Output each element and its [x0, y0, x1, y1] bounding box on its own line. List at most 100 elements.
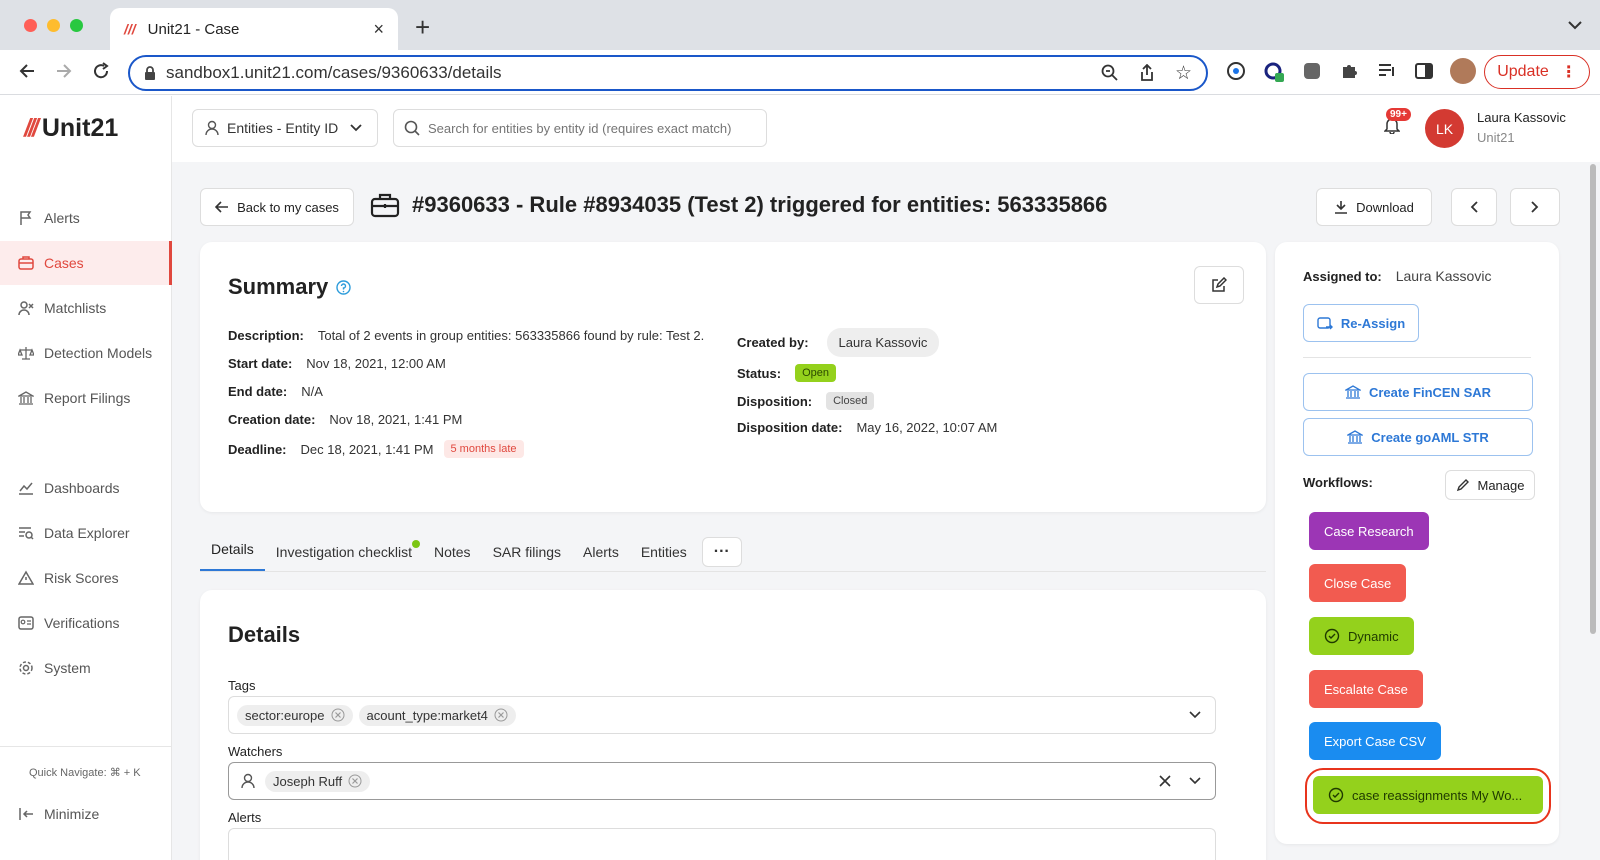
workflows-label-text: Workflows:: [1303, 475, 1373, 490]
remove-tag-icon[interactable]: [494, 708, 508, 722]
create-fincen-sar-button[interactable]: Create FinCEN SAR: [1303, 373, 1533, 411]
search-input[interactable]: [428, 120, 756, 136]
disposition-date-value: May 16, 2022, 10:07 AM: [856, 420, 998, 435]
maximize-window-button[interactable]: [70, 19, 83, 32]
sidebar-item-system[interactable]: System: [0, 646, 172, 690]
workflow-export-case-csv-button[interactable]: Export Case CSV: [1309, 722, 1441, 760]
workflow-close-case-button[interactable]: Close Case: [1309, 564, 1407, 602]
user-x-icon: [18, 300, 34, 316]
tab-list-chevron-icon[interactable]: [1568, 20, 1582, 30]
close-window-button[interactable]: [24, 19, 37, 32]
remove-tag-icon[interactable]: [331, 708, 345, 722]
tags-label: Tags: [228, 678, 256, 693]
bookmark-star-icon[interactable]: ☆: [1175, 62, 1192, 85]
manage-workflows-button[interactable]: Manage: [1445, 470, 1535, 500]
sidebar-item-alerts[interactable]: Alerts: [0, 196, 172, 240]
watchers-field[interactable]: Joseph Ruff: [228, 762, 1216, 800]
user-avatar[interactable]: LK: [1425, 109, 1464, 148]
remove-watcher-icon[interactable]: [348, 774, 362, 788]
reload-icon[interactable]: [92, 62, 110, 80]
address-bar[interactable]: sandbox1.unit21.com/cases/9360633/detail…: [128, 55, 1208, 91]
help-circle-icon[interactable]: [336, 279, 351, 295]
back-to-cases-button[interactable]: Back to my cases: [200, 188, 354, 226]
extension-icon[interactable]: [1263, 61, 1285, 83]
tags-field[interactable]: sector:europe acount_type:market4: [228, 696, 1216, 734]
download-button[interactable]: Download: [1316, 188, 1432, 226]
chevron-down-icon[interactable]: [1189, 777, 1201, 785]
new-tab-button[interactable]: +: [415, 12, 430, 43]
scrollbar-thumb[interactable]: [1590, 164, 1596, 634]
workflow-escalate-case-button[interactable]: Escalate Case: [1309, 670, 1423, 708]
tab-notes[interactable]: Notes: [423, 536, 482, 568]
create-goaml-str-button[interactable]: Create goAML STR: [1303, 418, 1533, 456]
minimize-window-button[interactable]: [47, 19, 60, 32]
minimize-sidebar-button[interactable]: Minimize: [0, 792, 172, 836]
side-panel-icon[interactable]: [1414, 61, 1434, 81]
extension-icon[interactable]: [1302, 61, 1322, 81]
sidebar-item-risk-scores[interactable]: Risk Scores: [0, 556, 172, 600]
media-queue-icon[interactable]: [1377, 61, 1397, 81]
tag-chip-label: sector:europe: [245, 707, 325, 723]
workflow-case-reassignments-button[interactable]: case reassignments My Wo...: [1313, 776, 1543, 814]
workflow-label: Dynamic: [1348, 628, 1399, 644]
profile-avatar[interactable]: [1450, 58, 1476, 84]
workflow-dynamic-button[interactable]: Dynamic: [1309, 617, 1414, 655]
assignment-panel: Assigned to: Laura Kassovic Re-Assign Cr…: [1275, 242, 1559, 844]
extension-icon[interactable]: [1226, 61, 1246, 81]
entity-search[interactable]: [393, 109, 767, 147]
deadline-row: Deadline: Dec 18, 2021, 1:41 PM 5 months…: [228, 440, 524, 458]
created-by-row: Created by: Laura Kassovic: [737, 328, 940, 357]
quick-navigate-hint: Quick Navigate: ⌘ + K: [29, 767, 141, 779]
description-label: Description:: [228, 328, 304, 343]
tab-sar-filings[interactable]: SAR filings: [482, 536, 572, 568]
browser-tab[interactable]: /// Unit21 - Case ×: [110, 8, 398, 50]
tab-details[interactable]: Details: [200, 533, 265, 571]
check-circle-icon: [1328, 787, 1344, 803]
sidebar-item-label: Alerts: [44, 210, 80, 226]
next-case-button[interactable]: [1510, 188, 1560, 226]
chevron-down-icon[interactable]: [1189, 711, 1201, 719]
share-icon[interactable]: [1139, 64, 1155, 82]
close-tab-icon[interactable]: ×: [373, 19, 384, 40]
sidebar-item-data-explorer[interactable]: Data Explorer: [0, 511, 172, 555]
chrome-update-button[interactable]: Update ⋮: [1484, 55, 1590, 89]
clear-icon[interactable]: [1159, 775, 1171, 787]
end-date-row: End date: N/A: [228, 384, 323, 399]
collapse-arrow-icon: [18, 806, 34, 822]
created-by-chip: Laura Kassovic: [826, 328, 940, 357]
sidebar-divider: [0, 746, 172, 747]
edit-summary-button[interactable]: [1194, 266, 1244, 304]
unit21-logo[interactable]: /// Unit21: [24, 114, 118, 143]
sidebar-item-report-filings[interactable]: Report Filings: [0, 376, 172, 420]
tab-entities[interactable]: Entities: [630, 536, 698, 568]
entity-type-select[interactable]: Entities - Entity ID: [192, 109, 378, 147]
sidebar-item-verifications[interactable]: Verifications: [0, 601, 172, 645]
forward-arrow-icon[interactable]: [55, 62, 73, 80]
workflow-label: Escalate Case: [1324, 681, 1408, 697]
scale-icon: [18, 345, 34, 361]
minimize-label: Minimize: [44, 806, 100, 822]
page-scrollbar[interactable]: [1588, 162, 1598, 860]
reassign-label: Re-Assign: [1340, 315, 1406, 331]
alerts-field[interactable]: [228, 828, 1216, 860]
workflow-case-research-button[interactable]: Case Research: [1309, 512, 1429, 550]
warning-icon: [18, 570, 34, 586]
back-arrow-icon[interactable]: [18, 62, 36, 80]
previous-case-button[interactable]: [1451, 188, 1497, 226]
start-date-label: Start date:: [228, 356, 293, 371]
sidebar-item-detection-models[interactable]: Detection Models: [0, 331, 172, 375]
more-tabs-button[interactable]: ···: [701, 537, 742, 567]
chart-line-icon: [18, 480, 34, 496]
sidebar-item-matchlists[interactable]: Matchlists: [0, 286, 172, 330]
sidebar-item-label: Risk Scores: [44, 570, 119, 586]
tab-investigation-checklist[interactable]: Investigation checklist: [265, 536, 423, 568]
reassign-button[interactable]: Re-Assign: [1303, 304, 1419, 342]
sidebar: /// Unit21 Alerts Cases Matchlists Detec…: [0, 96, 172, 860]
sidebar-item-cases[interactable]: Cases: [0, 241, 172, 285]
deadline-label: Deadline:: [228, 441, 287, 457]
zoom-icon[interactable]: [1101, 64, 1119, 82]
tab-alerts[interactable]: Alerts: [572, 536, 630, 568]
puzzle-icon[interactable]: [1340, 61, 1360, 81]
chevron-down-icon: [350, 124, 362, 132]
sidebar-item-dashboards[interactable]: Dashboards: [0, 466, 172, 510]
